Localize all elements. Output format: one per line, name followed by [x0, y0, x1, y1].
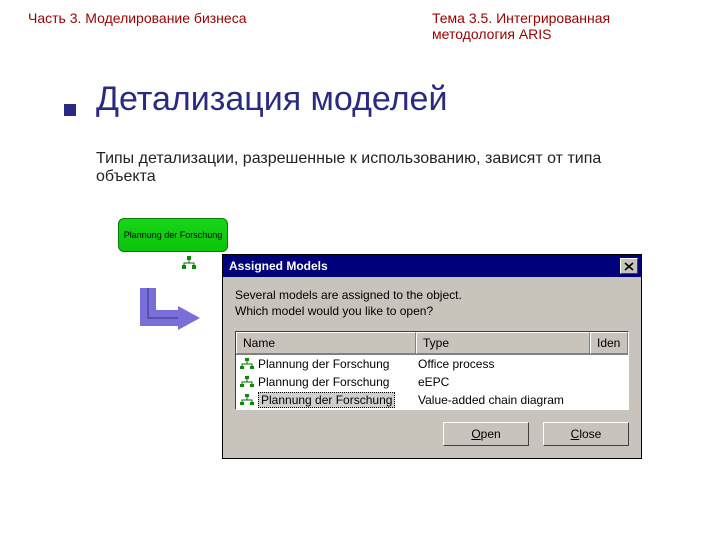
- dialog-title: Assigned Models: [229, 259, 328, 273]
- row-name: Plannung der Forschung: [258, 357, 389, 371]
- row-name: Plannung der Forschung: [258, 392, 395, 408]
- model-icon: [240, 376, 254, 388]
- list-row[interactable]: Plannung der Forschung Value-added chain…: [236, 391, 628, 409]
- process-box-label: Plannung der Forschung: [124, 230, 223, 240]
- process-box: Plannung der Forschung: [118, 218, 228, 252]
- row-name: Plannung der Forschung: [258, 375, 389, 389]
- header-left: Часть 3. Моделирование бизнеса: [28, 10, 246, 42]
- page-title: Детализация моделей: [96, 80, 447, 119]
- assignment-icon: [182, 256, 196, 270]
- header-right: Тема 3.5. Интегрированная методология AR…: [432, 10, 692, 42]
- page-subtitle: Типы детализации, разрешенные к использо…: [96, 150, 656, 186]
- open-label-rest: pen: [481, 427, 501, 441]
- close-icon: [624, 262, 634, 271]
- dialog-message: Several models are assigned to the objec…: [235, 287, 629, 319]
- open-button[interactable]: Open: [443, 422, 529, 446]
- arrow-icon: [138, 288, 208, 348]
- list-row[interactable]: Plannung der Forschung Office process: [236, 355, 628, 373]
- close-dialog-button[interactable]: Close: [543, 422, 629, 446]
- close-button[interactable]: [620, 258, 638, 274]
- model-icon: [240, 394, 254, 406]
- dialog-titlebar[interactable]: Assigned Models: [223, 255, 641, 277]
- model-icon: [240, 358, 254, 370]
- close-label-rest: lose: [579, 427, 601, 441]
- row-type: Value-added chain diagram: [416, 393, 590, 407]
- col-header-iden[interactable]: Iden: [590, 332, 628, 354]
- dialog-message-line1: Several models are assigned to the objec…: [235, 288, 462, 302]
- open-mnemonic: O: [471, 427, 480, 441]
- col-header-name[interactable]: Name: [236, 332, 416, 354]
- row-type: eEPC: [416, 375, 590, 389]
- list-row[interactable]: Plannung der Forschung eEPC: [236, 373, 628, 391]
- models-list[interactable]: Name Type Iden Plannung der Forschung Of…: [235, 331, 629, 410]
- title-bullet: [64, 104, 76, 116]
- list-header: Name Type Iden: [236, 332, 628, 355]
- col-header-type[interactable]: Type: [416, 332, 590, 354]
- row-type: Office process: [416, 357, 590, 371]
- dialog-message-line2: Which model would you like to open?: [235, 304, 433, 318]
- assigned-models-dialog: Assigned Models Several models are assig…: [222, 254, 642, 459]
